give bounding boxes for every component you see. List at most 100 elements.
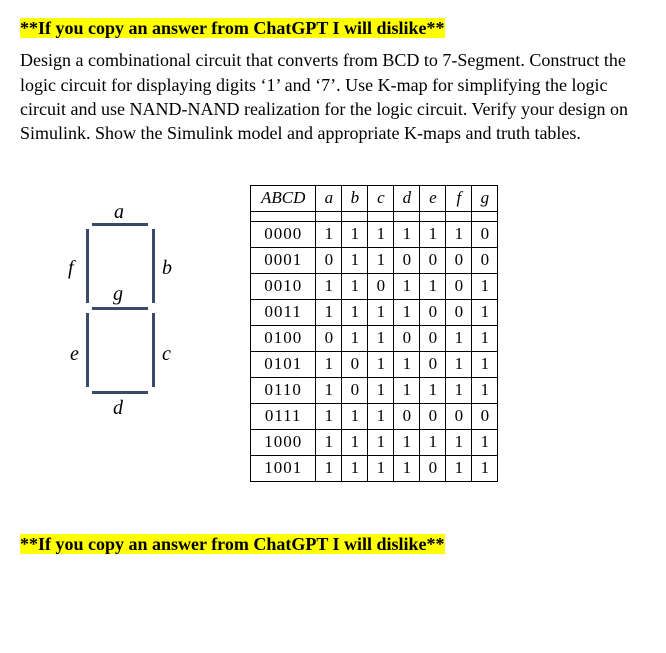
table-row: 01011011011 xyxy=(251,352,498,378)
output-cell: 1 xyxy=(446,455,472,481)
output-cell: 0 xyxy=(368,274,394,300)
output-cell: 1 xyxy=(394,352,420,378)
input-cell: 1001 xyxy=(251,455,316,481)
output-cell: 0 xyxy=(394,248,420,274)
output-cell: 0 xyxy=(446,274,472,300)
input-cell: 0101 xyxy=(251,352,316,378)
output-cell: 1 xyxy=(472,300,498,326)
table-row: 10001111111 xyxy=(251,429,498,455)
output-cell: 1 xyxy=(342,222,368,248)
input-cell: 0010 xyxy=(251,274,316,300)
output-cell: 1 xyxy=(446,326,472,352)
output-cell: 1 xyxy=(472,455,498,481)
output-cell: 0 xyxy=(420,300,446,326)
truth-table: ABCD a b c d e f g 000011111100001011000… xyxy=(250,185,498,481)
output-cell: 0 xyxy=(446,300,472,326)
table-row: 01000110011 xyxy=(251,326,498,352)
output-cell: 1 xyxy=(342,274,368,300)
output-cell: 1 xyxy=(342,403,368,429)
output-cell: 1 xyxy=(368,300,394,326)
output-cell: 1 xyxy=(446,429,472,455)
output-cell: 1 xyxy=(394,222,420,248)
output-cell: 1 xyxy=(472,378,498,404)
output-cell: 1 xyxy=(394,455,420,481)
input-cell: 0001 xyxy=(251,248,316,274)
output-cell: 1 xyxy=(316,300,342,326)
table-row: 01101011111 xyxy=(251,378,498,404)
output-cell: 1 xyxy=(342,248,368,274)
output-cell: 0 xyxy=(472,403,498,429)
output-cell: 1 xyxy=(368,248,394,274)
output-cell: 1 xyxy=(342,300,368,326)
output-cell: 1 xyxy=(368,326,394,352)
header-b: b xyxy=(342,186,368,212)
header-e: e xyxy=(420,186,446,212)
output-cell: 1 xyxy=(394,429,420,455)
output-cell: 1 xyxy=(394,378,420,404)
output-cell: 0 xyxy=(394,403,420,429)
output-cell: 0 xyxy=(420,352,446,378)
input-cell: 1000 xyxy=(251,429,316,455)
output-cell: 1 xyxy=(316,352,342,378)
output-cell: 1 xyxy=(316,274,342,300)
output-cell: 0 xyxy=(420,326,446,352)
output-cell: 1 xyxy=(472,352,498,378)
label-b: b xyxy=(162,255,172,282)
seven-segment-diagram: a f b g e c d xyxy=(50,205,190,415)
input-cell: 0000 xyxy=(251,222,316,248)
warning-banner-bottom: **If you copy an answer from ChatGPT I w… xyxy=(20,534,445,554)
output-cell: 1 xyxy=(342,429,368,455)
header-a: a xyxy=(316,186,342,212)
label-e: e xyxy=(70,341,79,368)
output-cell: 1 xyxy=(368,429,394,455)
output-cell: 1 xyxy=(368,403,394,429)
input-cell: 0011 xyxy=(251,300,316,326)
table-row: 00010110000 xyxy=(251,248,498,274)
output-cell: 0 xyxy=(316,248,342,274)
output-cell: 1 xyxy=(342,326,368,352)
segment-c xyxy=(152,313,156,387)
header-d: d xyxy=(394,186,420,212)
header-g: g xyxy=(472,186,498,212)
output-cell: 1 xyxy=(472,429,498,455)
output-cell: 1 xyxy=(446,222,472,248)
output-cell: 1 xyxy=(368,352,394,378)
output-cell: 1 xyxy=(420,429,446,455)
table-row: 01111110000 xyxy=(251,403,498,429)
output-cell: 1 xyxy=(472,274,498,300)
output-cell: 0 xyxy=(342,378,368,404)
label-c: c xyxy=(162,341,171,368)
output-cell: 1 xyxy=(368,222,394,248)
output-cell: 1 xyxy=(446,378,472,404)
warning-banner-top: **If you copy an answer from ChatGPT I w… xyxy=(20,18,445,38)
header-c: c xyxy=(368,186,394,212)
output-cell: 0 xyxy=(316,326,342,352)
output-cell: 1 xyxy=(420,274,446,300)
table-row: 10011111011 xyxy=(251,455,498,481)
output-cell: 0 xyxy=(446,403,472,429)
output-cell: 1 xyxy=(316,378,342,404)
output-cell: 0 xyxy=(394,326,420,352)
output-cell: 0 xyxy=(420,455,446,481)
output-cell: 1 xyxy=(316,429,342,455)
output-cell: 1 xyxy=(420,222,446,248)
output-cell: 1 xyxy=(316,222,342,248)
output-cell: 0 xyxy=(472,248,498,274)
question-text: Design a combinational circuit that conv… xyxy=(20,48,646,145)
label-f: f xyxy=(68,255,74,282)
segment-f xyxy=(86,229,90,303)
output-cell: 1 xyxy=(394,300,420,326)
table-row: 00101101101 xyxy=(251,274,498,300)
output-cell: 0 xyxy=(420,403,446,429)
header-abcd: ABCD xyxy=(251,186,316,212)
segment-b xyxy=(152,229,156,303)
label-g: g xyxy=(113,281,123,308)
label-d: d xyxy=(113,395,123,422)
output-cell: 1 xyxy=(420,378,446,404)
output-cell: 1 xyxy=(368,378,394,404)
output-cell: 1 xyxy=(316,403,342,429)
input-cell: 0111 xyxy=(251,403,316,429)
table-row: 00001111110 xyxy=(251,222,498,248)
header-f: f xyxy=(446,186,472,212)
output-cell: 0 xyxy=(420,248,446,274)
